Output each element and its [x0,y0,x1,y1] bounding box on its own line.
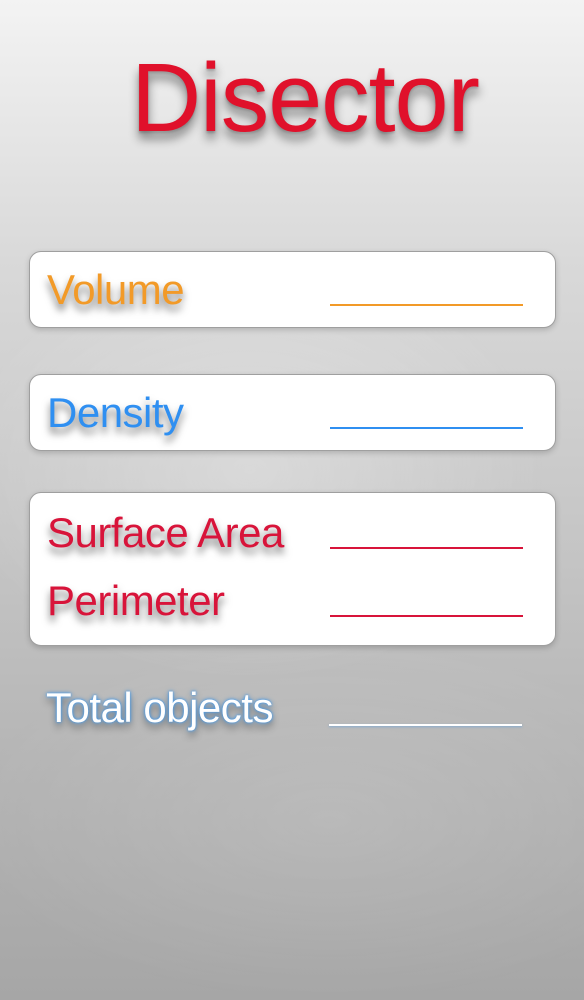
perimeter-row: Perimeter [47,575,523,627]
volume-panel: Volume [29,251,556,328]
app-title: Disector [131,43,480,152]
surface-perimeter-panel: Surface Area Perimeter [29,492,556,646]
perimeter-value-line [330,615,523,617]
density-label: Density [47,389,184,436]
density-row: Density [47,387,523,439]
total-objects-value-line [329,724,522,726]
total-objects-label: Total objects [46,684,273,731]
volume-row: Volume [47,264,523,316]
density-value-line [330,427,523,429]
surface-area-value-line [330,547,523,549]
volume-label: Volume [47,266,185,313]
surface-area-row: Surface Area [47,507,523,559]
volume-value-line [330,304,523,306]
surface-area-label: Surface Area [47,509,284,556]
total-objects-row: Total objects [46,680,522,736]
density-panel: Density [29,374,556,451]
perimeter-label: Perimeter [47,577,225,624]
